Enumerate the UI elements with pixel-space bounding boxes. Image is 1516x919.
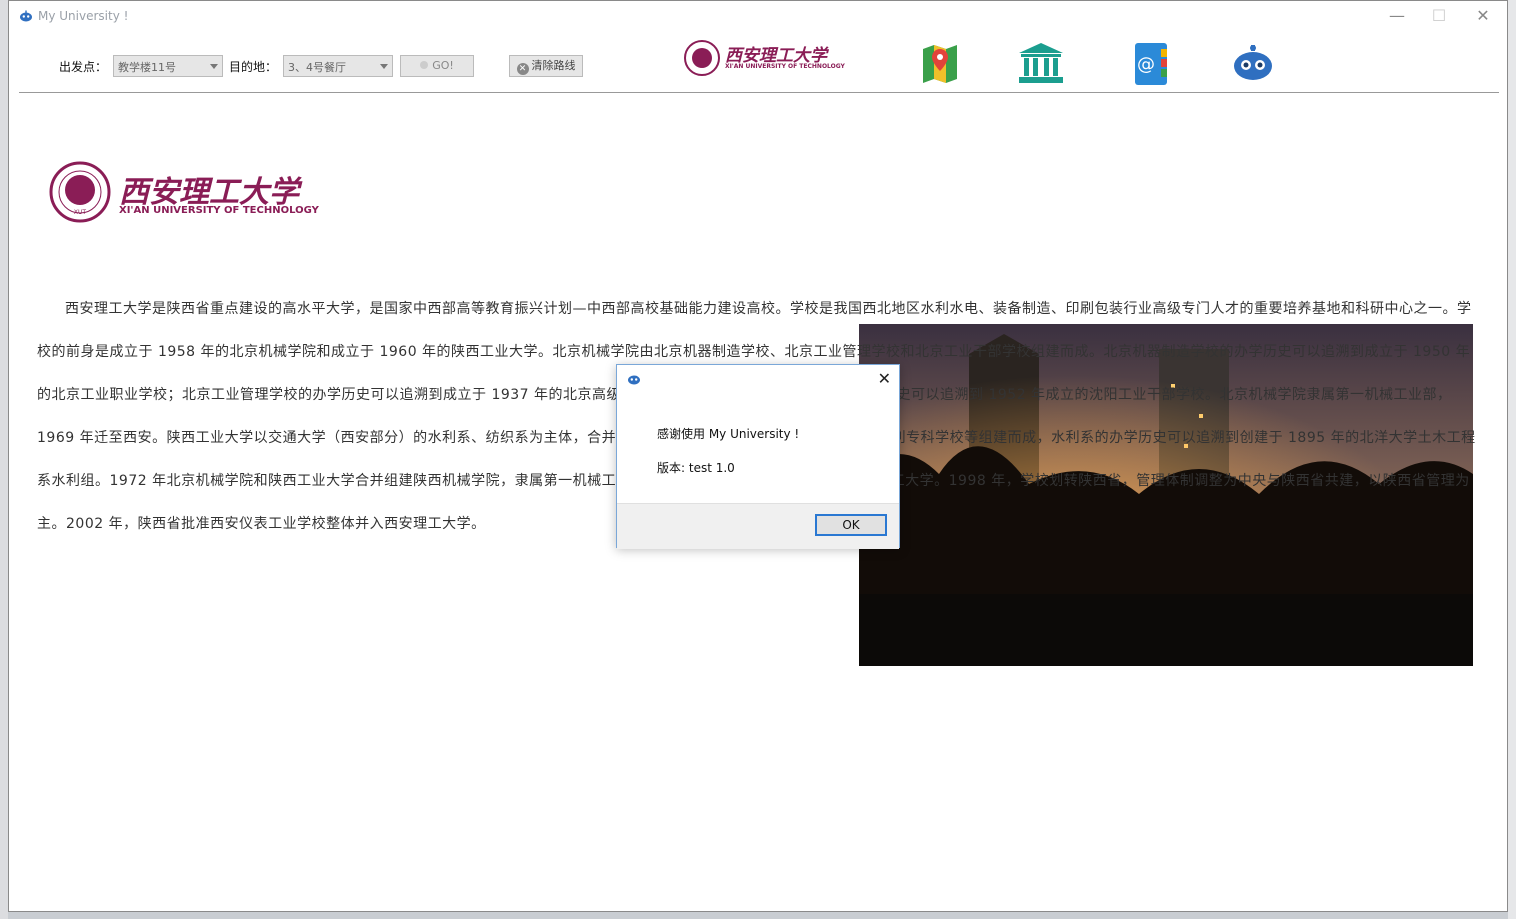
route-toolbar: 出发点： 教学楼11号 目的地： 3、4号餐厅 GO! ✕ 清除路线 西安理工大学… [9,40,1507,93]
go-button[interactable]: GO! [400,55,474,77]
maximize-button[interactable]: ☐ [1417,5,1461,29]
minimize-button[interactable]: — [1375,5,1419,29]
page-logo: XUT 西安理工大学 XI'AN UNIVERSITY OF TECHNOLOG… [49,153,319,233]
dialog-message: 感谢使用 My University ! [657,427,800,441]
university-seal-icon: XUT [49,161,111,223]
origin-select[interactable]: 教学楼11号 [113,55,223,77]
background-window-edge-right [1508,0,1516,919]
close-button[interactable]: ✕ [1461,5,1505,29]
svg-text:@: @ [1137,54,1155,75]
go-label: GO! [432,59,454,72]
background-window-edge [0,0,8,919]
chevron-down-icon [210,64,218,69]
clear-route-label: 清除路线 [531,59,576,72]
contacts-icon[interactable]: @ [1133,43,1169,85]
app-robot-icon [628,375,640,385]
destination-label: 目的地： [229,60,278,74]
museum-icon[interactable] [1019,43,1063,83]
ok-button[interactable]: OK [815,514,887,536]
university-seal-icon [684,40,720,76]
dialog-close-button[interactable]: ✕ [878,369,891,388]
clear-icon: ✕ [516,63,529,75]
header-logo: 西安理工大学 XI'AN UNIVERSITY OF TECHNOLOGY [683,39,845,79]
app-robot-icon [20,10,32,22]
origin-label: 出发点： [59,60,108,74]
page-logo-en: XI'AN UNIVERSITY OF TECHNOLOGY [119,205,319,216]
destination-select[interactable]: 3、4号餐厅 [283,55,393,77]
clear-route-button[interactable]: ✕ 清除路线 [509,55,583,77]
header-logo-en: XI'AN UNIVERSITY OF TECHNOLOGY [725,63,845,70]
map-icon[interactable] [921,43,959,83]
window-title: My University ! [38,9,129,23]
title-bar: My University ! — ☐ ✕ [9,1,1507,33]
seal-badge-text: XUT [74,209,87,216]
about-dialog: ✕ 感谢使用 My University ! 版本: test 1.0 OK [616,364,900,549]
go-icon [420,61,429,69]
chevron-down-icon [380,64,388,69]
origin-value: 教学楼11号 [118,61,176,74]
destination-value: 3、4号餐厅 [288,61,346,74]
dialog-version: 版本: test 1.0 [657,461,735,475]
dialog-footer: OK [617,503,899,549]
toolbar-divider [19,92,1499,93]
robot-icon[interactable] [1233,45,1273,81]
